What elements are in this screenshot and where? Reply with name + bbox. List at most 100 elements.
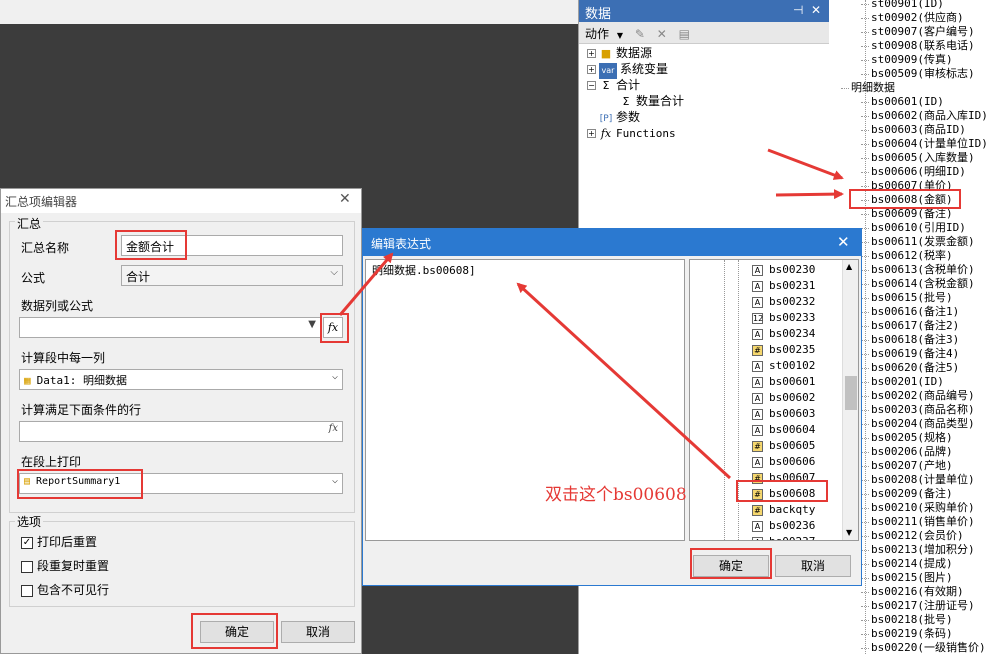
field-tree-item[interactable]: bs00215(图片) — [861, 571, 953, 585]
collapse-icon[interactable]: − — [587, 81, 596, 90]
field-list-item[interactable]: Abs00603 — [752, 406, 815, 422]
text-field-icon: A — [752, 520, 763, 532]
tree-item-totals[interactable]: − Σ 合计 — [587, 77, 640, 93]
field-tree-item[interactable]: st00902(供应商) — [861, 11, 964, 25]
field-tree-item[interactable]: bs00615(批号) — [861, 291, 953, 305]
field-tree-item[interactable]: bs00613(含税单价) — [861, 263, 975, 277]
field-tree-item[interactable]: st00901(ID) — [861, 0, 944, 11]
checkbox-icon[interactable] — [21, 584, 33, 597]
field-list-item[interactable]: Abs00606 — [752, 454, 815, 470]
field-tree-item[interactable]: bs00205(规格) — [861, 431, 953, 445]
properties-icon[interactable]: ▤ — [679, 27, 690, 41]
field-tree-item[interactable]: bs00509(审核标志) — [861, 67, 975, 81]
field-tree-item[interactable]: bs00203(商品名称) — [861, 403, 975, 417]
field-list-item[interactable]: # bs00605 — [752, 438, 815, 454]
field-tree-item[interactable]: bs00209(备注) — [861, 487, 953, 501]
field-tree-item[interactable]: bs00201(ID) — [861, 375, 944, 389]
field-tree-item[interactable]: bs00618(备注3) — [860, 333, 959, 347]
scrollbar-thumb[interactable] — [845, 376, 857, 410]
field-list-item[interactable]: Abs00602 — [752, 390, 815, 406]
field-tree-item[interactable]: st00907(客户编号) — [861, 25, 975, 39]
tree-item-quantity-total[interactable]: Σ 数量合计 — [619, 93, 685, 109]
field-list-item[interactable]: Abs00604 — [752, 422, 815, 438]
field-tree-item[interactable]: bs00605(入库数量) — [861, 151, 975, 165]
checkbox-checked-icon[interactable]: ✓ — [21, 536, 33, 549]
field-list-item[interactable]: Abs00234 — [752, 326, 815, 342]
pin-icon[interactable]: ⊣ — [793, 3, 803, 17]
field-tree-item[interactable]: bs00204(商品类型) — [861, 417, 975, 431]
scroll-down-icon[interactable]: ▼ — [846, 528, 852, 537]
field-tree-item[interactable]: st00908(联系电话) — [861, 39, 975, 53]
chevron-down-icon[interactable]: ▼ — [617, 31, 623, 40]
formula-select[interactable]: 合计 ⌵ — [121, 265, 343, 286]
field-tree-item[interactable]: bs00202(商品编号) — [861, 389, 975, 403]
band-select[interactable]: ▦ Data1: 明细数据 ⌵ — [19, 369, 343, 390]
close-icon[interactable]: ✕ — [811, 3, 821, 17]
field-list-item[interactable]: 12 bs00233 — [752, 310, 815, 326]
summary-cancel-button[interactable]: 取消 — [281, 621, 355, 643]
field-list-item[interactable]: Abs00601 — [752, 374, 815, 390]
field-tree-item[interactable]: bs00220(一级销售价) — [861, 641, 986, 655]
field-tree-item[interactable]: bs00610(引用ID) — [861, 221, 966, 235]
tree-item-system-variables[interactable]: + var 系统变量 — [587, 61, 668, 79]
field-list-item[interactable]: # bs00235 — [752, 342, 815, 358]
data-column-combo[interactable]: ▼ — [19, 317, 321, 338]
field-tree-item[interactable]: bs00604(计量单位ID) — [861, 137, 988, 151]
action-menu[interactable]: 动作 — [585, 27, 609, 41]
field-tree-item[interactable]: bs00619(备注4) — [860, 347, 959, 361]
field-tree-item[interactable]: bs00602(商品入库ID) — [861, 109, 988, 123]
field-tree-item[interactable]: bs00219(条码) — [861, 627, 953, 641]
edit-icon[interactable]: ✎ — [635, 27, 645, 41]
field-tree-item[interactable]: bs00603(商品ID) — [861, 123, 966, 137]
expand-icon[interactable]: + — [587, 65, 596, 74]
scrollbar[interactable]: ▲ ▼ — [842, 260, 858, 540]
field-tree-item[interactable]: bs00206(品牌) — [861, 445, 953, 459]
include-invisible-checkbox[interactable]: 包含不可见行 — [21, 581, 109, 598]
field-list-item[interactable]: # backqty — [752, 502, 815, 518]
field-list-item[interactable]: Abs00237 — [752, 534, 815, 540]
field-list-item[interactable]: Abs00236 — [752, 518, 815, 534]
field-tree-item[interactable]: bs00218(批号) — [861, 613, 953, 627]
condition-input[interactable]: fx — [19, 421, 343, 442]
expand-icon[interactable]: + — [587, 129, 596, 138]
field-list-item[interactable]: Abs00231 — [752, 278, 815, 294]
field-tree-item[interactable]: bs00616(备注1) — [860, 305, 959, 319]
field-tree-item[interactable]: bs00216(有效期) — [861, 585, 964, 599]
field-tree-item[interactable]: bs00210(采购单价) — [861, 501, 975, 515]
field-tree-item[interactable]: bs00620(备注5) — [860, 361, 959, 375]
field-tree-item[interactable]: bs00614(含税金额) — [861, 277, 975, 291]
field-tree-item[interactable]: bs00617(备注2) — [860, 319, 959, 333]
tree-item-functions[interactable]: + fx Functions — [587, 125, 676, 141]
field-tree-item[interactable]: bs00612(税率) — [861, 249, 953, 263]
field-tree-item[interactable]: bs00609(备注) — [861, 207, 953, 221]
scroll-up-icon[interactable]: ▲ — [846, 262, 852, 271]
expand-icon[interactable]: + — [587, 49, 596, 58]
field-tree-item[interactable]: bs00606(明细ID) — [861, 165, 966, 179]
close-icon[interactable]: ✕ — [837, 233, 850, 251]
field-tree-item[interactable]: bs00601(ID) — [861, 95, 944, 109]
reset-after-print-checkbox[interactable]: ✓ 打印后重置 — [21, 533, 97, 550]
delete-icon[interactable]: ✕ — [657, 27, 667, 41]
close-icon[interactable]: ✕ — [339, 191, 351, 207]
reset-on-repeat-checkbox[interactable]: 段重复时重置 — [21, 557, 109, 574]
field-tree-item[interactable]: bs00213(增加积分) — [861, 543, 975, 557]
dialog-title: 编辑表达式 — [371, 237, 432, 251]
field-tree-item[interactable]: bs00207(产地) — [861, 459, 953, 473]
tree-group-detail[interactable]: 明细数据 — [841, 81, 895, 95]
field-tree-item[interactable]: bs00212(会员价) — [861, 529, 964, 543]
field-list-item[interactable]: Abs00230 — [752, 262, 815, 278]
tree-item-datasource[interactable]: + ■ 数据源 — [587, 45, 652, 61]
field-tree-item[interactable]: bs00611(发票金额) — [861, 235, 975, 249]
chevron-down-icon[interactable]: ▼ — [308, 319, 316, 330]
field-list-item[interactable]: Ast00102 — [752, 358, 815, 374]
tree-item-parameters[interactable]: [P] 参数 — [599, 109, 640, 125]
field-tree-item[interactable]: bs00217(注册证号) — [861, 599, 975, 613]
field-tree-item[interactable]: bs00211(销售单价) — [861, 515, 975, 529]
function-icon[interactable]: fx — [329, 423, 338, 434]
field-tree-item[interactable]: bs00214(提成) — [861, 557, 953, 571]
field-tree-item[interactable]: bs00208(计量单位) — [861, 473, 975, 487]
field-list-item[interactable]: Abs00232 — [752, 294, 815, 310]
field-tree-item[interactable]: st00909(传真) — [861, 53, 953, 67]
expression-cancel-button[interactable]: 取消 — [775, 555, 851, 577]
checkbox-icon[interactable] — [21, 560, 33, 573]
